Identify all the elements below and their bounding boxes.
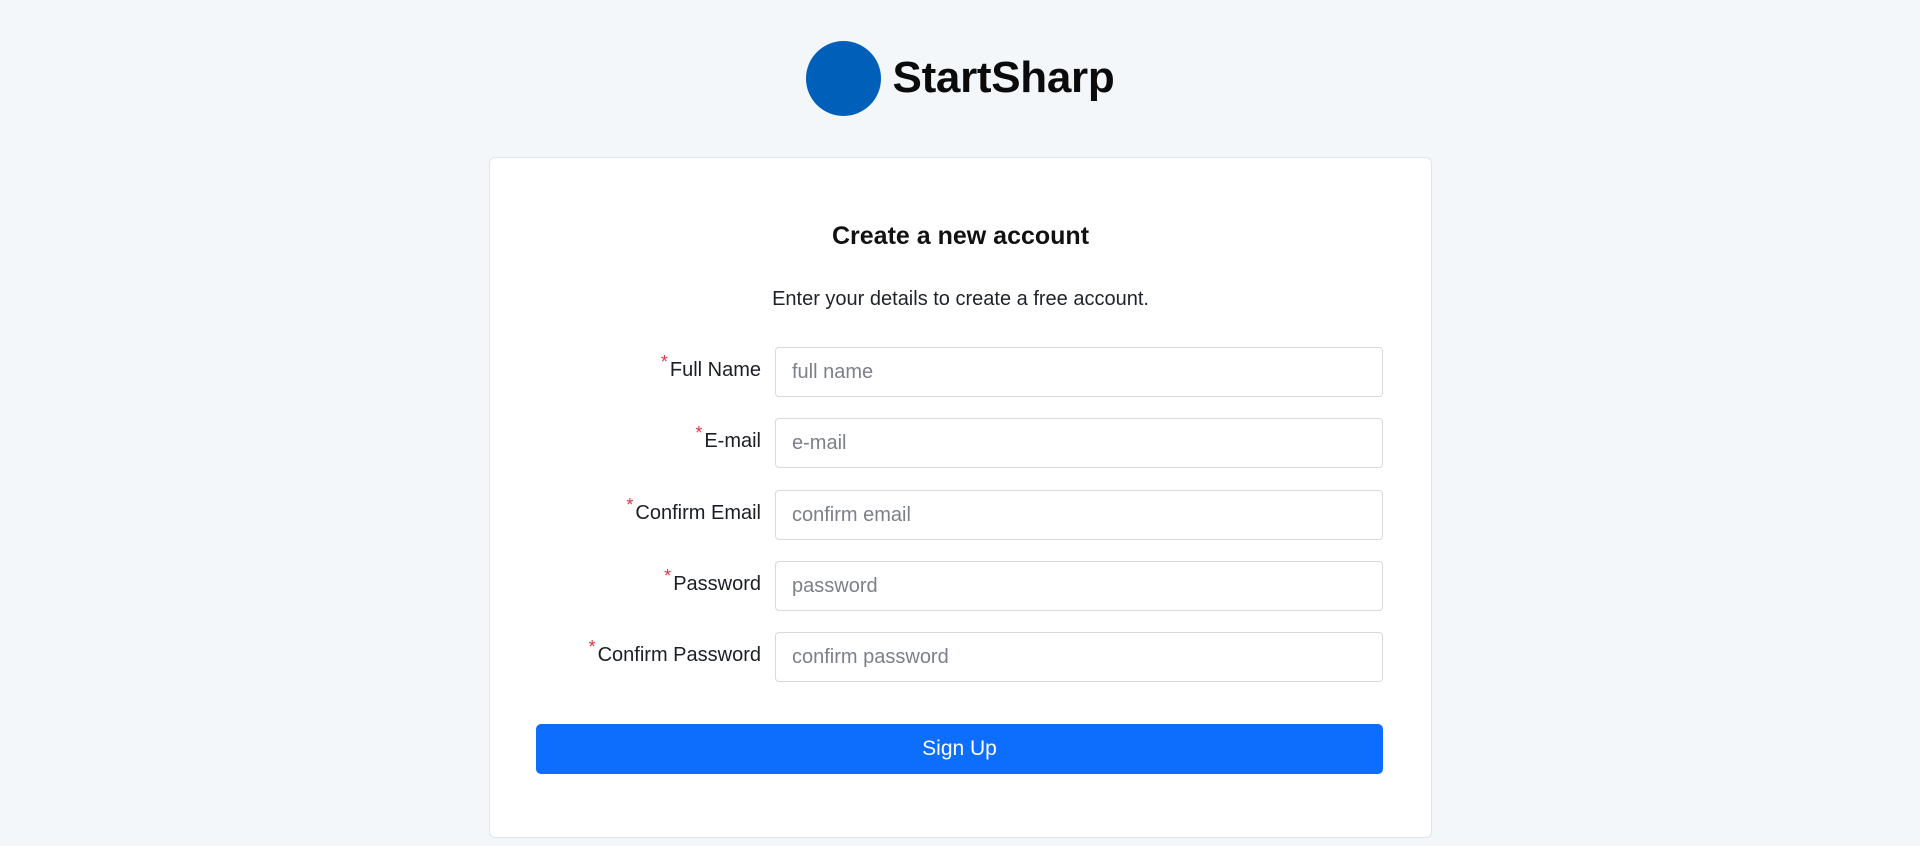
- confirm-password-label-text: Confirm Password: [597, 644, 761, 666]
- email-label-text: E-mail: [704, 430, 761, 452]
- sign-up-button[interactable]: Sign Up: [536, 724, 1383, 774]
- form-row-full-name: * Full Name: [490, 347, 1431, 397]
- required-marker: *: [695, 423, 703, 443]
- full-name-label: * Full Name: [661, 352, 761, 382]
- confirm-password-input[interactable]: [775, 632, 1383, 682]
- brand-name: StartSharp: [892, 53, 1115, 102]
- full-name-label-text: Full Name: [669, 359, 761, 381]
- brand-logo-group[interactable]: StartSharp: [805, 40, 1115, 116]
- password-label: * Password: [664, 566, 761, 596]
- confirm-email-label: * Confirm Email: [626, 495, 761, 525]
- email-label: * E-mail: [695, 423, 761, 453]
- brand-header: StartSharp: [0, 40, 1920, 116]
- confirm-email-label-text: Confirm Email: [635, 502, 761, 524]
- required-marker: *: [664, 566, 672, 586]
- confirm-email-input[interactable]: [775, 490, 1383, 540]
- required-marker: *: [626, 495, 634, 515]
- required-marker: *: [660, 352, 668, 372]
- page-subtitle: Enter your details to create a free acco…: [772, 288, 1149, 310]
- page-title: Create a new account: [831, 222, 1090, 250]
- password-input[interactable]: [775, 561, 1383, 611]
- confirm-password-label: * Confirm Password: [589, 637, 761, 667]
- full-name-input[interactable]: [775, 347, 1383, 397]
- form-row-confirm-password: * Confirm Password: [490, 632, 1431, 682]
- password-label-text: Password: [673, 573, 761, 595]
- logo-icon: [805, 40, 881, 116]
- required-marker: *: [588, 637, 596, 657]
- signup-card: Create a new account Enter your details …: [489, 157, 1432, 838]
- form-row-confirm-email: * Confirm Email: [490, 490, 1431, 540]
- email-input[interactable]: [775, 418, 1383, 468]
- form-row-password: * Password: [490, 561, 1431, 611]
- form-row-email: * E-mail: [490, 418, 1431, 468]
